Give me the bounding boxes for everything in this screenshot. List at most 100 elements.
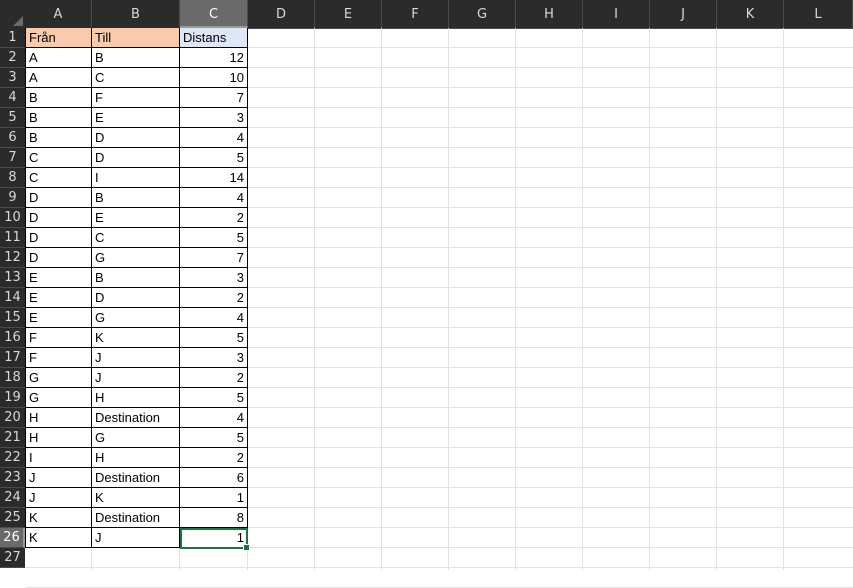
cell-till[interactable]: K (92, 488, 180, 508)
cell-till[interactable]: B (92, 268, 180, 288)
cell-till[interactable]: E (92, 108, 180, 128)
cell-distans[interactable]: 4 (180, 308, 248, 328)
cell-till[interactable]: J (92, 348, 180, 368)
cell-till[interactable]: B (92, 188, 180, 208)
cell-till[interactable]: C (92, 228, 180, 248)
cell-till[interactable]: J (92, 368, 180, 388)
cell-fran[interactable]: I (25, 448, 92, 468)
column-header-j[interactable]: J (650, 0, 717, 28)
column-header-c[interactable]: C (180, 0, 248, 28)
cell-fran[interactable]: G (25, 388, 92, 408)
cell-fran[interactable]: F (25, 348, 92, 368)
cell-distans[interactable]: 3 (180, 108, 248, 128)
cell-fran[interactable]: B (25, 108, 92, 128)
cell-fran[interactable]: J (25, 468, 92, 488)
cell-fran[interactable]: D (25, 228, 92, 248)
cell-fran[interactable]: A (25, 68, 92, 88)
row-header-18[interactable]: 18 (0, 368, 25, 388)
cell-distans[interactable]: 6 (180, 468, 248, 488)
cell-distans[interactable]: 4 (180, 408, 248, 428)
cell-fran[interactable]: H (25, 408, 92, 428)
cell-distans[interactable]: 12 (180, 48, 248, 68)
row-header-9[interactable]: 9 (0, 188, 25, 208)
cell-till[interactable]: D (92, 288, 180, 308)
cell-distans[interactable]: 3 (180, 268, 248, 288)
row-header-7[interactable]: 7 (0, 148, 25, 168)
cell-till[interactable]: D (92, 128, 180, 148)
row-header-20[interactable]: 20 (0, 408, 25, 428)
cell-till[interactable]: H (92, 388, 180, 408)
column-header-e[interactable]: E (315, 0, 382, 28)
row-header-22[interactable]: 22 (0, 448, 25, 468)
cell-till[interactable]: K (92, 328, 180, 348)
cell-distans[interactable]: 4 (180, 188, 248, 208)
row-header-13[interactable]: 13 (0, 268, 25, 288)
cell-distans[interactable]: 7 (180, 88, 248, 108)
cell-till[interactable]: Destination (92, 408, 180, 428)
header-cell-distans[interactable]: Distans (180, 28, 248, 48)
row-header-16[interactable]: 16 (0, 328, 25, 348)
cell-distans[interactable]: 2 (180, 448, 248, 468)
cell-till[interactable]: B (92, 48, 180, 68)
row-header-26[interactable]: 26 (0, 528, 25, 548)
cell-distans[interactable]: 5 (180, 228, 248, 248)
cell-distans[interactable]: 5 (180, 428, 248, 448)
cell-fran[interactable]: J (25, 488, 92, 508)
header-cell-fran[interactable]: Från (25, 28, 92, 48)
cell-distans[interactable]: 1 (180, 528, 248, 548)
cell-fran[interactable]: E (25, 308, 92, 328)
cell-fran[interactable]: K (25, 508, 92, 528)
cell-till[interactable]: G (92, 248, 180, 268)
row-header-11[interactable]: 11 (0, 228, 25, 248)
cell-distans[interactable]: 14 (180, 168, 248, 188)
cell-fran[interactable]: F (25, 328, 92, 348)
cell-fran[interactable]: G (25, 368, 92, 388)
cell-distans[interactable]: 8 (180, 508, 248, 528)
cell-fran[interactable]: D (25, 248, 92, 268)
cell-fran[interactable]: D (25, 188, 92, 208)
cell-fran[interactable]: C (25, 148, 92, 168)
cell-distans[interactable]: 5 (180, 328, 248, 348)
row-header-2[interactable]: 2 (0, 48, 25, 68)
header-cell-till[interactable]: Till (92, 28, 180, 48)
cell-fran[interactable]: H (25, 428, 92, 448)
cell-distans[interactable]: 1 (180, 488, 248, 508)
column-header-d[interactable]: D (248, 0, 315, 28)
row-header-24[interactable]: 24 (0, 488, 25, 508)
cell-till[interactable]: G (92, 428, 180, 448)
row-header-14[interactable]: 14 (0, 288, 25, 308)
cell-fran[interactable]: K (25, 528, 92, 548)
cell-distans[interactable]: 5 (180, 148, 248, 168)
cell-till[interactable]: F (92, 88, 180, 108)
cell-fran[interactable]: D (25, 208, 92, 228)
column-header-i[interactable]: I (583, 0, 650, 28)
cell-till[interactable]: C (92, 68, 180, 88)
row-header-10[interactable]: 10 (0, 208, 25, 228)
cell-till[interactable]: G (92, 308, 180, 328)
row-header-4[interactable]: 4 (0, 88, 25, 108)
cell-distans[interactable]: 3 (180, 348, 248, 368)
column-header-g[interactable]: G (449, 0, 516, 28)
row-header-1[interactable]: 1 (0, 28, 25, 48)
cell-till[interactable]: H (92, 448, 180, 468)
cell-till[interactable]: E (92, 208, 180, 228)
cell-fran[interactable]: B (25, 128, 92, 148)
cell-till[interactable]: I (92, 168, 180, 188)
row-header-23[interactable]: 23 (0, 468, 25, 488)
row-header-21[interactable]: 21 (0, 428, 25, 448)
cell-distans[interactable]: 5 (180, 388, 248, 408)
select-all-corner[interactable] (0, 0, 25, 28)
row-header-12[interactable]: 12 (0, 248, 25, 268)
row-header-6[interactable]: 6 (0, 128, 25, 148)
cell-till[interactable]: Destination (92, 468, 180, 488)
cell-till[interactable]: D (92, 148, 180, 168)
cell-distans[interactable]: 4 (180, 128, 248, 148)
cell-distans[interactable]: 7 (180, 248, 248, 268)
cell-fran[interactable]: B (25, 88, 92, 108)
cell-fran[interactable]: E (25, 268, 92, 288)
row-header-17[interactable]: 17 (0, 348, 25, 368)
row-header-15[interactable]: 15 (0, 308, 25, 328)
row-header-19[interactable]: 19 (0, 388, 25, 408)
cell-distans[interactable]: 2 (180, 208, 248, 228)
column-header-f[interactable]: F (382, 0, 449, 28)
